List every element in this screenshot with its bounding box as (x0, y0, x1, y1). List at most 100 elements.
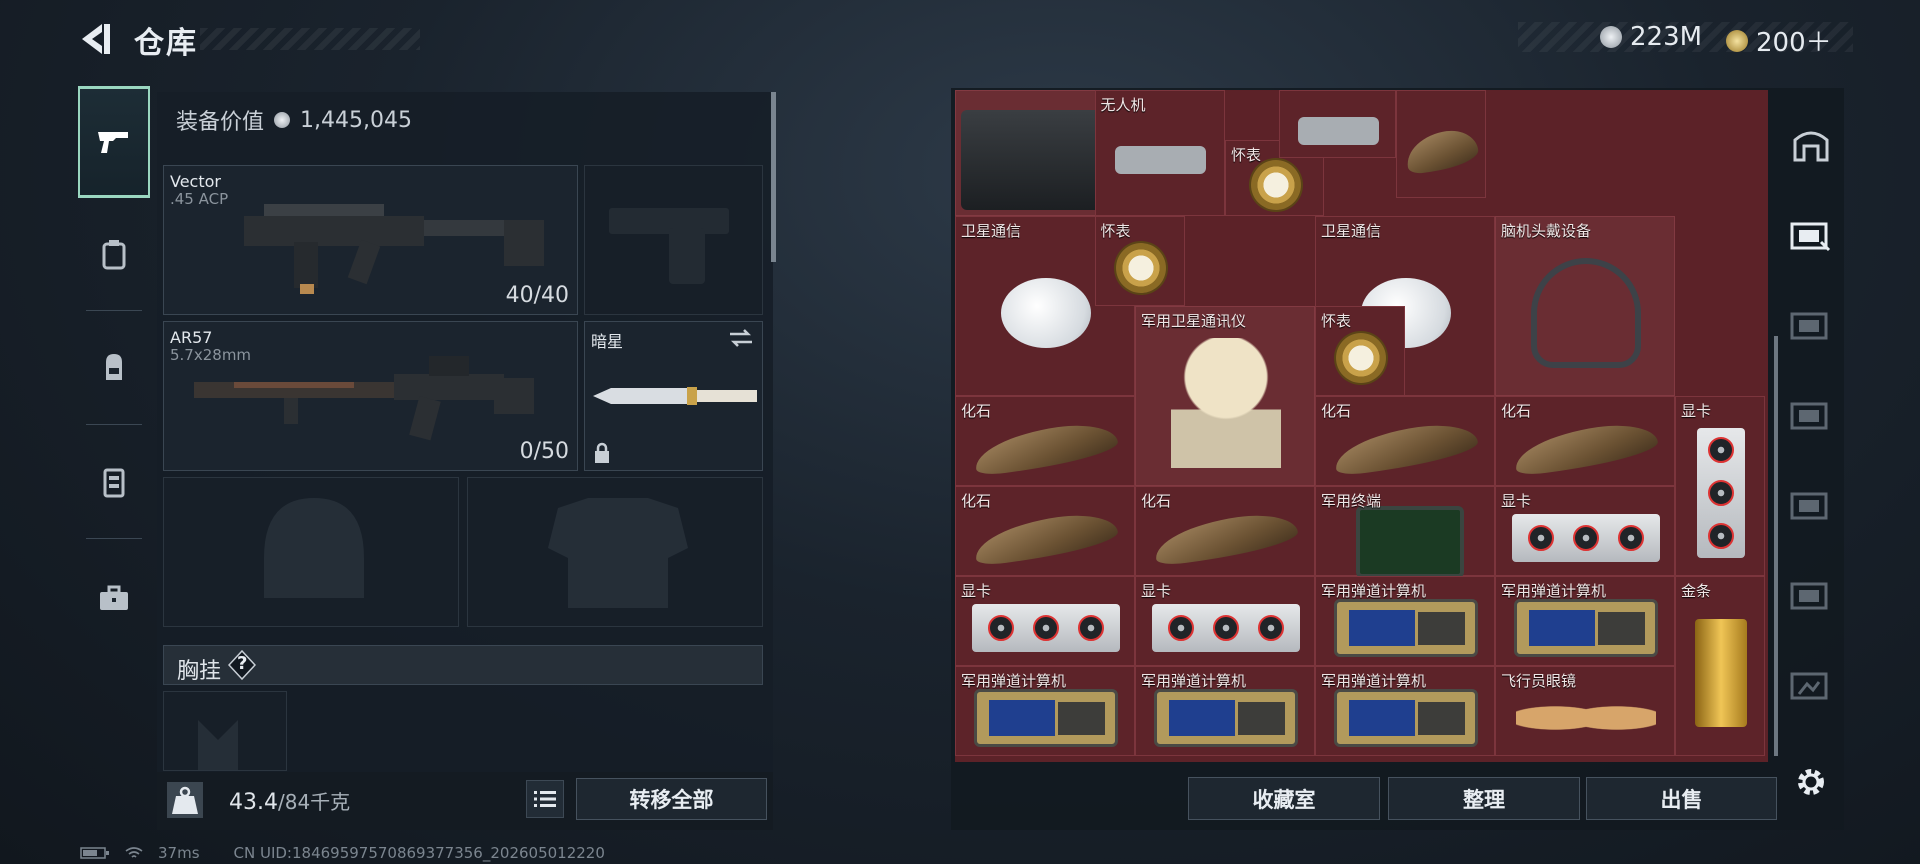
satellite-communicator-image (1171, 338, 1281, 468)
gpu-fan (1708, 523, 1734, 550)
stash-item[interactable] (1279, 90, 1396, 158)
gpu-fan (1167, 615, 1194, 641)
rail-stash-5[interactable] (1778, 374, 1844, 454)
secondary-weapon-slot[interactable]: AR57 5.7x28mm 0/50 (163, 321, 578, 471)
gpu-fan (1618, 525, 1645, 551)
stash-item[interactable]: 脑机头戴设备 (1495, 216, 1675, 396)
sidearm-slot[interactable] (584, 165, 763, 315)
fossil-image (972, 419, 1120, 477)
armor-silhouette-icon (548, 498, 688, 608)
vest-icon (103, 468, 125, 498)
stash-item[interactable]: 显卡 (955, 576, 1135, 666)
stash-item[interactable]: 化石 (955, 486, 1135, 576)
stash-item-label: 显卡 (1141, 582, 1172, 600)
stash-item[interactable]: 化石 (1315, 396, 1495, 486)
stash-item[interactable] (1396, 90, 1486, 198)
stash-item[interactable]: 军用弹道计算机 (1315, 666, 1495, 756)
weight-capacity: /84千克 (277, 790, 351, 814)
primary-weapon-slot[interactable]: Vector .45 ACP 40/40 (163, 165, 578, 315)
helmet-slot[interactable] (163, 477, 459, 627)
stash-item-label: 卫星通信 (1321, 222, 1382, 240)
stash-icon-3 (1790, 582, 1828, 610)
stash-item-label: 化石 (1501, 402, 1532, 420)
gold-bar-image (1695, 619, 1747, 727)
stash-item[interactable]: 军用弹道计算机 (1495, 576, 1675, 666)
rail-toolbox[interactable] (78, 542, 150, 654)
rail-vest[interactable] (78, 426, 150, 538)
stash-item[interactable]: 怀表 (1094, 216, 1185, 306)
sort-button[interactable]: 整理 (1388, 777, 1580, 820)
help-button[interactable]: ? (227, 649, 257, 681)
stash-item[interactable]: 怀表 (1315, 306, 1405, 396)
loadout-scrollbar[interactable] (771, 92, 776, 262)
stash-item[interactable]: 军用卫星通讯仪 (1135, 306, 1315, 486)
back-button[interactable] (78, 20, 114, 58)
stash-item-label: 军用卫星通讯仪 (1141, 312, 1247, 330)
stash-icon-2 (1790, 492, 1828, 520)
rail-armor[interactable] (78, 198, 150, 310)
premium-amount: 200＋ (1756, 28, 1832, 58)
credit-coin-icon (1600, 26, 1622, 48)
stash-item[interactable]: 化石 (1135, 486, 1315, 576)
stash-item[interactable]: 飞行员眼镜 (1495, 666, 1675, 756)
fossil-image (1332, 419, 1480, 477)
stash-icon-5 (1790, 402, 1828, 430)
carry-weight: 43.4/84千克 (229, 786, 350, 815)
list-icon (534, 791, 556, 807)
stash-icon-6 (1790, 672, 1828, 700)
gpu-fan (987, 615, 1014, 641)
stash-icon-1 (1790, 222, 1831, 252)
stash-item[interactable]: 金条 (1675, 576, 1765, 756)
list-view-button[interactable] (526, 780, 564, 818)
stash-item[interactable]: 显卡 (1135, 576, 1315, 666)
rail-stash-1[interactable] (1778, 194, 1844, 274)
rail-stash-4[interactable] (1778, 284, 1844, 364)
gpu-fan (1212, 615, 1239, 641)
current-weight: 43.4 (229, 790, 278, 815)
graphics-card-image (1512, 514, 1660, 562)
pistol-silhouette-icon (609, 208, 729, 284)
gpu-fan (1258, 615, 1285, 641)
pocket-watch-image (1250, 159, 1301, 210)
vector-smg-image (244, 204, 544, 294)
stash-item[interactable]: 军用弹道计算机 (955, 666, 1135, 756)
stash-item[interactable]: 军用终端 (1315, 486, 1495, 578)
pocket-watch-image (1336, 333, 1386, 383)
equipment-value-label: 装备价值 (176, 110, 265, 135)
stash-item[interactable]: 军用弹道计算机 (1315, 576, 1495, 666)
rail-stash-6[interactable] (1778, 644, 1844, 724)
currency-credits[interactable]: 223M (1600, 22, 1702, 52)
transfer-all-button[interactable]: 转移全部 (576, 778, 767, 820)
stash-icon-4 (1790, 312, 1828, 340)
rail-stash-2[interactable] (1778, 464, 1844, 544)
rail-base[interactable] (1778, 104, 1844, 184)
rail-weapons[interactable] (78, 86, 150, 198)
armor-slot[interactable] (467, 477, 763, 627)
chest-rig-silhouette-icon (198, 720, 238, 770)
stash-item[interactable]: 化石 (955, 396, 1135, 486)
currency-premium[interactable]: 200＋ (1726, 22, 1832, 59)
stash-item[interactable]: 无人机 (1094, 90, 1225, 216)
ballistic-computer-image (974, 689, 1118, 747)
graphics-card-image (1152, 604, 1300, 652)
chest-rig-slot[interactable] (163, 691, 287, 771)
collection-room-button[interactable]: 收藏室 (1188, 777, 1380, 820)
stash-item-label: 怀表 (1100, 222, 1131, 240)
rail-stash-3[interactable] (1778, 554, 1844, 634)
stash-item[interactable]: 显卡 (1675, 396, 1765, 576)
sell-button[interactable]: 出售 (1586, 777, 1777, 820)
ping: 37ms (158, 844, 200, 862)
rail-backpack[interactable] (78, 312, 150, 424)
gun-icon (98, 132, 128, 153)
settings-button[interactable] (1778, 742, 1844, 822)
swap-icon[interactable] (728, 328, 754, 348)
page-title: 仓库 (134, 26, 198, 61)
calc-keypad (1418, 702, 1465, 736)
stash-item[interactable]: 化石 (1495, 396, 1675, 486)
stash-grid: 无人机 怀表 卫星通信 怀表 卫星通信 脑机头戴设备 军用卫星通讯仪 怀表 化石 化石 化石 显卡 化石… (955, 90, 1768, 762)
stash-item[interactable]: 显卡 (1495, 486, 1675, 576)
melee-slot[interactable]: 暗星 (584, 321, 763, 471)
stash-item-label: 化石 (1321, 402, 1352, 420)
user-uid: CN UID:18469597570869377356_202605012220 (233, 844, 605, 862)
stash-item[interactable]: 军用弹道计算机 (1135, 666, 1315, 756)
